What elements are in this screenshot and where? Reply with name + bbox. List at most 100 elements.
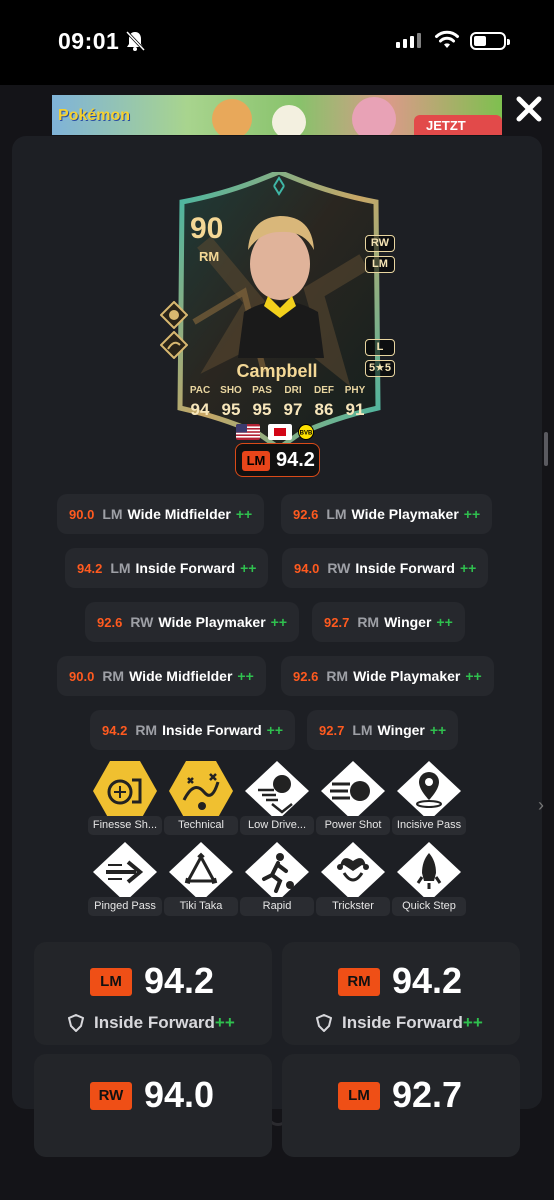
role-pill[interactable]: 94.0 RW Inside Forward ++ bbox=[282, 548, 489, 588]
playstyle-label: Incisive Pass bbox=[392, 816, 466, 835]
rating-box-position: LM bbox=[338, 1082, 380, 1110]
role-position: RM bbox=[326, 668, 349, 684]
card-overall-rating: 90 bbox=[190, 212, 224, 245]
role-name: Wide Playmaker bbox=[351, 506, 459, 522]
trickster-icon bbox=[321, 842, 385, 902]
card-alt-position: LM bbox=[365, 256, 395, 273]
playstyle-finesse-shot[interactable]: Finesse Sh... bbox=[88, 760, 162, 836]
playstyle-label: Technical bbox=[164, 816, 238, 835]
finesse-shot-plus-icon bbox=[160, 301, 188, 329]
playstyle-label: Trickster bbox=[316, 897, 390, 916]
role-plus: ++ bbox=[240, 560, 257, 576]
role-shield-icon bbox=[316, 1014, 332, 1032]
role-rating: 92.7 bbox=[319, 722, 345, 738]
card-position: RM bbox=[199, 249, 220, 264]
stat-value: 97 bbox=[283, 400, 303, 419]
playstyle-label: Low Drive... bbox=[240, 816, 314, 835]
tiki-taka-icon bbox=[169, 842, 233, 902]
rating-box-value: 92.7 bbox=[392, 1074, 463, 1115]
role-pill[interactable]: 92.6 RW Wide Playmaker ++ bbox=[85, 602, 300, 642]
role-pill[interactable]: 92.6 RM Wide Playmaker ++ bbox=[281, 656, 494, 696]
rating-box-position: LM bbox=[90, 968, 132, 996]
role-pill[interactable]: 94.2 LM Inside Forward ++ bbox=[65, 548, 269, 588]
card-skill-weakfoot: 5★5 bbox=[365, 360, 395, 377]
role-name: Wide Midfielder bbox=[127, 506, 231, 522]
role-pill[interactable]: 92.7 RM Winger ++ bbox=[312, 602, 465, 642]
badge-value: 94.2 bbox=[276, 449, 315, 471]
ad-play-button[interactable]: JETZT SPIELEN bbox=[414, 115, 502, 135]
bell-muted-icon bbox=[125, 30, 146, 52]
role-pill[interactable]: 92.6 LM Wide Playmaker ++ bbox=[281, 494, 493, 534]
power-shot-icon bbox=[321, 761, 385, 821]
playstyle-technical[interactable]: Technical bbox=[164, 760, 238, 836]
role-name: Winger bbox=[384, 614, 432, 630]
role-rating-box[interactable]: RW 94.0 bbox=[34, 1054, 272, 1157]
role-pill[interactable]: 90.0 RM Wide Midfielder ++ bbox=[57, 656, 266, 696]
stat-label: PHY bbox=[344, 385, 366, 396]
playstyle-trickster[interactable]: Trickster bbox=[316, 841, 390, 917]
stat-label: PAC bbox=[189, 385, 211, 396]
card-alt-position: RW bbox=[365, 235, 395, 252]
role-plus: ++ bbox=[270, 614, 288, 630]
low-driven-shot-icon bbox=[245, 761, 309, 821]
playstyle-incisive-pass[interactable]: Incisive Pass bbox=[392, 760, 466, 836]
playstyle-label: Finesse Sh... bbox=[88, 816, 162, 835]
rating-box-position: RW bbox=[90, 1082, 132, 1110]
role-plus: ++ bbox=[459, 560, 477, 576]
role-shield-icon bbox=[68, 1014, 84, 1032]
ad-character bbox=[212, 99, 252, 135]
badge-position: LM bbox=[242, 451, 270, 471]
scrollbar[interactable] bbox=[544, 432, 548, 466]
role-name: Wide Midfielder bbox=[129, 668, 233, 684]
role-position: LM bbox=[110, 560, 131, 576]
ad-banner[interactable]: Pokémon JETZT SPIELEN bbox=[52, 95, 502, 135]
role-position: RM bbox=[102, 668, 125, 684]
playstyle-label: Tiki Taka bbox=[164, 897, 238, 916]
role-plus: ++ bbox=[465, 668, 482, 684]
incisive-pass-icon bbox=[397, 761, 461, 821]
role-position: LM bbox=[102, 506, 123, 522]
chevron-right-icon[interactable]: › bbox=[538, 795, 544, 816]
role-name: Inside Forward bbox=[355, 560, 455, 576]
role-rating: 90.0 bbox=[69, 668, 95, 684]
role-rating: 94.0 bbox=[294, 560, 320, 576]
close-icon[interactable] bbox=[513, 93, 545, 125]
role-pill[interactable]: 92.7 LM Winger ++ bbox=[307, 710, 459, 750]
role-pill[interactable]: 90.0 LM Wide Midfielder ++ bbox=[57, 494, 265, 534]
playstyle-tiki-taka[interactable]: Tiki Taka bbox=[164, 841, 238, 917]
playstyle-label: Pinged Pass bbox=[88, 897, 162, 916]
rating-box-position: RM bbox=[338, 968, 380, 996]
role-rating: 92.6 bbox=[293, 506, 319, 522]
quick-step-icon bbox=[397, 842, 461, 902]
cellular-signal-icon bbox=[396, 33, 421, 48]
card-best-rating-badge: LM 94.2 bbox=[235, 443, 320, 477]
playstyle-low-driven-shot[interactable]: Low Drive... bbox=[240, 760, 314, 836]
role-rating-box[interactable]: LM 92.7 bbox=[282, 1054, 520, 1157]
role-position: LM bbox=[326, 506, 347, 522]
svg-text:BVB: BVB bbox=[300, 431, 313, 437]
ad-character bbox=[272, 105, 306, 135]
role-rating-box[interactable]: LM 94.2 Inside Forward++ bbox=[34, 942, 272, 1045]
role-position: RM bbox=[135, 722, 158, 738]
playstyle-label: Quick Step bbox=[392, 897, 466, 916]
role-pill[interactable]: 94.2 RM Inside Forward ++ bbox=[90, 710, 296, 750]
stat-value: 95 bbox=[221, 400, 241, 419]
role-position: RW bbox=[327, 560, 351, 576]
playstyle-rapid[interactable]: Rapid bbox=[240, 841, 314, 917]
role-plus: ++ bbox=[436, 614, 453, 630]
technical-plus-icon bbox=[160, 331, 188, 359]
playstyle-pinged-pass[interactable]: Pinged Pass bbox=[88, 841, 162, 917]
role-rating: 94.2 bbox=[77, 560, 103, 576]
bvb-club-icon: BVB bbox=[298, 424, 314, 440]
technical-icon bbox=[169, 761, 233, 821]
rating-box-value: 94.2 bbox=[144, 960, 215, 1001]
role-name: Winger bbox=[377, 722, 425, 738]
rating-box-role: Inside Forward++ bbox=[94, 1013, 235, 1032]
role-plus: ++ bbox=[237, 668, 254, 684]
stat-label: PAS bbox=[252, 385, 272, 396]
playstyle-power-shot[interactable]: Power Shot bbox=[316, 760, 390, 836]
playstyle-quick-step[interactable]: Quick Step bbox=[392, 841, 466, 917]
role-rating-box[interactable]: RM 94.2 Inside Forward++ bbox=[282, 942, 520, 1045]
rating-box-value: 94.0 bbox=[144, 1074, 215, 1115]
stat-label: DRI bbox=[284, 385, 302, 396]
